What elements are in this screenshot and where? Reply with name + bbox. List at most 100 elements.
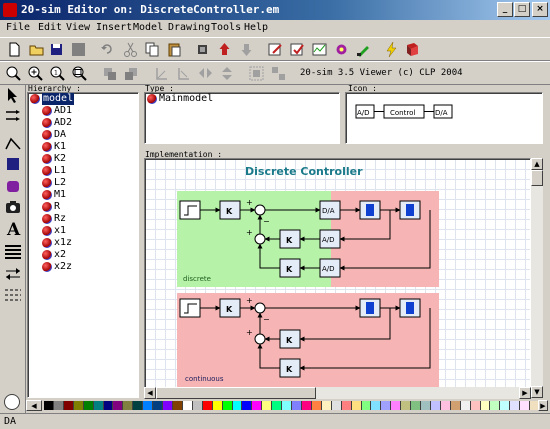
color-swatch[interactable]	[93, 401, 104, 410]
menu-model[interactable]: Model	[133, 22, 163, 33]
implementation-vertical-scrollbar[interactable]: ▲ ▼	[531, 158, 543, 398]
flip-vertical-icon[interactable]	[219, 65, 236, 82]
image-tool-icon[interactable]	[4, 198, 22, 216]
menu-insert[interactable]: Insert	[96, 22, 132, 33]
color-swatch[interactable]	[301, 401, 312, 410]
color-swatch[interactable]	[202, 401, 213, 410]
ellipse-tool-icon[interactable]	[4, 177, 22, 195]
implementation-canvas[interactable]: Discrete Controller discrete K + − D/A +…	[144, 158, 531, 398]
go-up-icon[interactable]	[216, 41, 233, 58]
color-swatch[interactable]	[321, 401, 332, 410]
arrow-style-icon[interactable]	[4, 265, 22, 283]
scroll-right-icon[interactable]: ▶	[519, 387, 531, 399]
color-swatch[interactable]	[331, 401, 342, 410]
go-down-icon[interactable]	[238, 41, 255, 58]
color-swatch[interactable]	[153, 401, 164, 410]
check-model-icon[interactable]	[289, 41, 306, 58]
insert-model-icon[interactable]	[194, 41, 211, 58]
summing-junction-1[interactable]	[254, 204, 266, 216]
ungroup-icon[interactable]	[270, 65, 287, 82]
close-button[interactable]: ×	[532, 2, 548, 17]
disabled-tool-icon[interactable]	[70, 41, 87, 58]
color-swatch[interactable]	[63, 401, 74, 410]
connect-tool-icon[interactable]	[4, 107, 22, 125]
open-folder-icon[interactable]	[28, 41, 45, 58]
color-swatch[interactable]	[182, 401, 193, 410]
color-swatch[interactable]	[222, 401, 233, 410]
rectangle-tool-icon[interactable]	[4, 155, 22, 173]
scroll-thumb[interactable]	[531, 170, 543, 186]
cut-icon[interactable]	[122, 41, 139, 58]
help-book-icon[interactable]	[404, 41, 421, 58]
color-swatch[interactable]	[490, 401, 501, 410]
color-swatch[interactable]	[391, 401, 402, 410]
color-swatch[interactable]	[192, 401, 203, 410]
new-icon[interactable]	[6, 41, 23, 58]
simulator-icon[interactable]	[311, 41, 328, 58]
step-source-block-2[interactable]	[179, 298, 201, 318]
edit-model-icon[interactable]	[267, 41, 284, 58]
lightning-icon[interactable]	[383, 41, 400, 58]
zoom-icon[interactable]	[5, 65, 22, 82]
color-swatch[interactable]	[172, 401, 183, 410]
color-swatch[interactable]	[133, 401, 144, 410]
h-scroll-thumb[interactable]	[156, 387, 316, 399]
implementation-horizontal-scrollbar[interactable]: ◀ ▶	[144, 387, 531, 399]
rotate-left-icon[interactable]	[153, 65, 170, 82]
color-swatch[interactable]	[252, 401, 263, 410]
pointer-tool-icon[interactable]	[4, 86, 22, 104]
color-swatch[interactable]	[470, 401, 481, 410]
menu-drawing[interactable]: Drawing	[168, 22, 210, 33]
flip-horizontal-icon[interactable]	[197, 65, 214, 82]
color-swatch[interactable]	[163, 401, 173, 410]
color-swatch[interactable]	[143, 401, 154, 410]
color-swatch[interactable]	[113, 401, 124, 410]
color-swatch[interactable]	[73, 401, 84, 410]
color-palette[interactable]	[44, 401, 541, 410]
summing-junction-4[interactable]	[254, 333, 266, 345]
color-swatch[interactable]	[500, 401, 511, 410]
save-icon[interactable]	[48, 41, 65, 58]
color-swatch[interactable]	[262, 401, 273, 410]
color-swatch[interactable]	[44, 401, 54, 410]
color-swatch[interactable]	[510, 401, 521, 410]
scroll-down-icon[interactable]: ▼	[531, 386, 543, 398]
menu-edit[interactable]: Edit	[38, 22, 62, 33]
maximize-button[interactable]: □	[514, 2, 530, 17]
menu-tools[interactable]: Tools	[211, 22, 241, 33]
animation-icon[interactable]	[333, 41, 350, 58]
palette-scroll-left-icon[interactable]: ◀	[26, 400, 42, 411]
zoom-fit-icon[interactable]: 1	[49, 65, 66, 82]
color-swatch[interactable]	[292, 401, 302, 410]
color-swatch[interactable]	[411, 401, 422, 410]
color-swatch[interactable]	[341, 401, 352, 410]
zoom-window-icon[interactable]	[71, 65, 88, 82]
color-swatch[interactable]	[371, 401, 382, 410]
summing-junction-2[interactable]	[254, 233, 266, 245]
rotate-right-icon[interactable]	[175, 65, 192, 82]
color-swatch[interactable]	[123, 401, 134, 410]
group-icon[interactable]	[248, 65, 265, 82]
copy-icon[interactable]	[144, 41, 161, 58]
color-swatch[interactable]	[242, 401, 253, 410]
hierarchy-tree[interactable]: model AD1 AD2 DA K1 K2 L1 L2 M1 R Rz x1 …	[27, 92, 139, 398]
line-style-icon[interactable]	[4, 286, 22, 304]
menu-view[interactable]: View	[66, 22, 90, 33]
scroll-up-icon[interactable]: ▲	[531, 158, 543, 170]
color-swatch[interactable]	[212, 401, 223, 410]
line-tool-icon[interactable]	[4, 135, 22, 153]
menu-file[interactable]: File	[6, 22, 30, 33]
align-right-icon[interactable]	[123, 65, 140, 82]
color-swatch[interactable]	[520, 401, 531, 410]
color-swatch[interactable]	[272, 401, 283, 410]
fill-color-indicator-icon[interactable]	[4, 394, 20, 410]
color-swatch[interactable]	[232, 401, 243, 410]
color-swatch[interactable]	[361, 401, 372, 410]
color-swatch[interactable]	[460, 401, 471, 410]
minimize-button[interactable]: _	[497, 2, 513, 17]
undo-icon[interactable]	[99, 41, 116, 58]
color-swatch[interactable]	[421, 401, 431, 410]
color-swatch[interactable]	[311, 401, 322, 410]
text-tool-icon[interactable]: A	[4, 219, 22, 240]
color-swatch[interactable]	[440, 401, 451, 410]
